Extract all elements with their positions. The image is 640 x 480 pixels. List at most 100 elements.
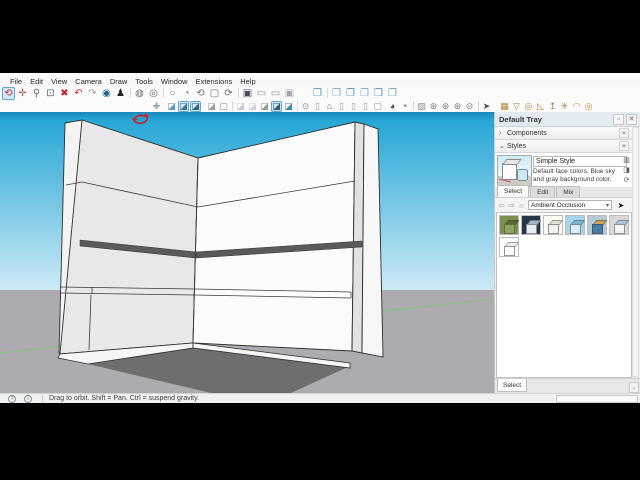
- sandbox-smoove-icon[interactable]: ▽: [511, 101, 522, 112]
- style-cube-dark-icon[interactable]: ◪: [271, 100, 282, 112]
- view-back-icon[interactable]: ▢: [372, 101, 383, 112]
- group-icon[interactable]: ❐: [358, 87, 371, 100]
- viewport-3d[interactable]: [0, 112, 494, 393]
- lock-icon[interactable]: ▣: [283, 87, 296, 100]
- expand-arrow-icon[interactable]: ›: [499, 130, 507, 137]
- orbit-icon[interactable]: ⟲: [2, 86, 15, 100]
- paint-style-icon[interactable]: ◨: [622, 165, 631, 174]
- refresh-style-icon[interactable]: ⟳: [622, 175, 631, 184]
- style-thumb-cyan[interactable]: [565, 215, 586, 235]
- close-section-icon[interactable]: ✕: [619, 128, 629, 138]
- sandbox-dome-icon[interactable]: ◠: [571, 101, 582, 112]
- wireframe-icon[interactable]: ○: [166, 87, 179, 100]
- components-section-header[interactable]: › Components ✕: [495, 127, 633, 140]
- next-view-icon[interactable]: ↷: [86, 87, 99, 100]
- styles-collection-dropdown[interactable]: Ambient Occlusion ▾: [528, 200, 612, 210]
- style-cube-pale2-icon[interactable]: ◪: [247, 101, 258, 112]
- sandbox-drape-icon[interactable]: ◺: [535, 101, 546, 112]
- style-cube-pale1-icon[interactable]: ◪: [235, 101, 246, 112]
- paste-icon[interactable]: ❐: [330, 87, 343, 100]
- zoom-icon[interactable]: ⚲: [30, 87, 43, 100]
- copy-icon[interactable]: ❐: [311, 87, 324, 100]
- style-cube-gray-icon[interactable]: ◪: [206, 101, 217, 112]
- tab-mix[interactable]: Mix: [556, 186, 581, 197]
- tab-edit[interactable]: Edit: [530, 186, 556, 197]
- active-style-thumbnail[interactable]: [497, 155, 532, 187]
- style-cube-teal-icon[interactable]: ◪: [283, 101, 294, 112]
- tray-bottom-tab-select[interactable]: Select: [497, 379, 528, 392]
- sandbox-donut-icon[interactable]: ◎: [583, 101, 594, 112]
- ungroup-icon[interactable]: ❐: [372, 87, 385, 100]
- previous-view-icon[interactable]: ↶: [72, 87, 85, 100]
- select-cursor-icon[interactable]: ➤: [481, 101, 492, 112]
- tray-pin-icon[interactable]: ▫: [613, 113, 624, 125]
- instructor-info-icon[interactable]: i: [24, 394, 32, 403]
- sphere-slice-icon[interactable]: ⊝: [464, 101, 475, 112]
- left-wall-face[interactable]: [59, 119, 199, 355]
- menu-camera[interactable]: Camera: [71, 77, 106, 86]
- menu-view[interactable]: View: [47, 77, 71, 86]
- style-thumb-green[interactable]: [499, 215, 520, 235]
- make-component-icon[interactable]: ◕: [387, 101, 398, 112]
- menu-window[interactable]: Window: [157, 77, 192, 86]
- view-front-icon[interactable]: ▯: [348, 101, 359, 112]
- hidden-line-icon[interactable]: ◔: [180, 87, 193, 100]
- measurements-box[interactable]: [556, 395, 638, 403]
- style-thumb-lineart[interactable]: [499, 237, 520, 257]
- view-top-icon[interactable]: ▯: [336, 101, 347, 112]
- tray-scrollbar[interactable]: [632, 127, 639, 377]
- zoom-window-icon[interactable]: ⊡: [44, 87, 57, 100]
- styles-section-header[interactable]: ⌄ Styles ✕: [495, 140, 633, 153]
- edit-component-icon[interactable]: ◔: [399, 101, 410, 112]
- xray-icon[interactable]: ◍: [133, 87, 146, 100]
- shaded-icon[interactable]: ⟲: [194, 87, 207, 100]
- scene-image-icon[interactable]: ▣: [241, 87, 254, 100]
- in-model-icon[interactable]: ⌂: [517, 201, 526, 210]
- sphere-style3-icon[interactable]: ⊛: [452, 101, 463, 112]
- style-cube-textured-icon[interactable]: ◪: [190, 100, 201, 112]
- menu-draw[interactable]: Draw: [106, 77, 132, 86]
- explode-icon[interactable]: ❐: [386, 87, 399, 100]
- home-view-icon[interactable]: ⌂: [324, 101, 335, 112]
- tray-close-icon[interactable]: ✕: [626, 113, 637, 125]
- tray-expand-icon[interactable]: ⌄: [629, 382, 639, 393]
- style-cube-outline-icon[interactable]: ▢: [218, 101, 229, 112]
- section-plane-icon[interactable]: ▯: [312, 101, 323, 112]
- style-name-field[interactable]: Simple Style: [533, 156, 627, 167]
- style-thumb-gray[interactable]: [609, 215, 630, 235]
- textured-icon[interactable]: ▢: [208, 87, 221, 100]
- sandbox-from-contours-icon[interactable]: ▦: [499, 101, 510, 112]
- style-thumb-sketchy[interactable]: [543, 215, 564, 235]
- menu-help[interactable]: Help: [236, 77, 259, 86]
- axes-icon[interactable]: ✚: [151, 101, 162, 112]
- right-wall-face[interactable]: [192, 121, 356, 352]
- menu-extensions[interactable]: Extensions: [192, 77, 237, 86]
- menu-edit[interactable]: Edit: [26, 77, 47, 86]
- window2-icon[interactable]: ▭: [269, 87, 282, 100]
- window-icon[interactable]: ▭: [255, 87, 268, 100]
- style-thumb-blue-tan[interactable]: [587, 215, 608, 235]
- sphere-style2-icon[interactable]: ⊛: [440, 101, 451, 112]
- collapse-arrow-icon[interactable]: ⌄: [499, 142, 507, 150]
- sandbox-flip-edge-icon[interactable]: ✳: [559, 101, 570, 112]
- tab-select[interactable]: Select: [497, 185, 530, 197]
- look-around-icon[interactable]: ◉: [100, 87, 113, 100]
- style-thumb-dark[interactable]: [521, 215, 542, 235]
- style-cube-shaded-icon[interactable]: ◪: [178, 100, 189, 112]
- menu-tools[interactable]: Tools: [131, 77, 157, 86]
- details-arrow-icon[interactable]: ➤: [616, 200, 626, 210]
- close-section-icon[interactable]: ✕: [619, 141, 629, 151]
- forward-arrow-icon[interactable]: ⇨: [507, 201, 516, 210]
- secondary-pane-icon[interactable]: ▥: [622, 155, 631, 164]
- back-edges-icon[interactable]: ◎: [147, 87, 160, 100]
- monochrome-icon[interactable]: ⟳: [222, 87, 235, 100]
- walk-icon[interactable]: ♟: [114, 87, 127, 100]
- style-cube-blue-icon[interactable]: ◪: [166, 101, 177, 112]
- back-arrow-icon[interactable]: ⇦: [497, 201, 506, 210]
- sphere-style1-icon[interactable]: ⊛: [428, 101, 439, 112]
- geolocate-help-icon[interactable]: ?: [8, 394, 16, 403]
- menu-file[interactable]: File: [6, 77, 26, 86]
- pan-icon[interactable]: ✛: [16, 87, 29, 100]
- view-side-icon[interactable]: ▯: [360, 101, 371, 112]
- shadows-icon[interactable]: ⊙: [300, 101, 311, 112]
